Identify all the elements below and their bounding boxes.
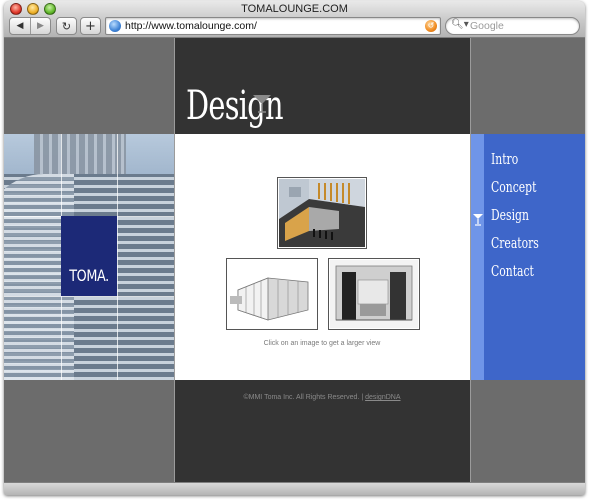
- top-left-panel: [4, 38, 174, 134]
- gallery-thumbnail-exterior[interactable]: [277, 177, 367, 249]
- url-text[interactable]: http://www.tomalounge.com/: [125, 20, 257, 32]
- model-rendering-image: [228, 260, 316, 328]
- back-arrow-icon[interactable]: ◀: [10, 18, 30, 34]
- copyright-footer: ©MMI Toma Inc. All Rights Reserved. | de…: [174, 394, 470, 401]
- nav-item-concept[interactable]: Concept: [491, 180, 536, 195]
- nav-item-contact[interactable]: Contact: [491, 264, 534, 279]
- toma-logo[interactable]: TOMA.: [61, 216, 117, 296]
- exterior-rendering-image: [279, 179, 365, 247]
- photo-grid-line: [4, 296, 174, 297]
- active-martini-icon: [473, 214, 483, 226]
- search-icon[interactable]: 🔍︎▾: [451, 19, 469, 30]
- gallery-caption: Click on an image to get a larger view: [263, 340, 381, 347]
- window-title: TOMALOUNGE.COM: [241, 3, 348, 15]
- designdna-link[interactable]: designDNA: [365, 394, 400, 401]
- gallery-thumbnail-model[interactable]: [226, 258, 318, 330]
- bottom-left-panel: [4, 380, 174, 482]
- top-right-panel: [470, 38, 585, 134]
- design-gallery: Click on an image to get a larger view: [174, 134, 470, 380]
- back-forward-buttons: ◀ ▶: [9, 17, 51, 35]
- browser-window: TOMALOUNGE.COM ◀ ▶ ↻ + http://www.tomalo…: [4, 1, 585, 495]
- copyright-text: ©MMI Toma Inc. All Rights Reserved. |: [243, 394, 366, 401]
- reload-button[interactable]: ↻: [56, 17, 77, 35]
- nav-accent-strip: [470, 134, 484, 380]
- add-bookmark-label: +: [85, 18, 96, 34]
- nav-item-creators[interactable]: Creators: [491, 236, 539, 251]
- nav-item-design[interactable]: Design: [491, 208, 529, 223]
- status-bar: [4, 482, 585, 495]
- snapback-icon[interactable]: ↺: [425, 20, 437, 32]
- column-divider: [470, 38, 471, 482]
- search-field[interactable]: 🔍︎▾ Google: [445, 17, 580, 35]
- gallery-thumbnail-interior[interactable]: [328, 258, 420, 330]
- title-bar: TOMALOUNGE.COM ◀ ▶ ↻ + http://www.tomalo…: [4, 1, 585, 38]
- globe-icon: [109, 20, 121, 32]
- forward-arrow-icon[interactable]: ▶: [30, 18, 50, 34]
- nav-item-intro[interactable]: Intro: [491, 152, 518, 167]
- interior-rendering-image: [330, 260, 418, 328]
- add-bookmark-button[interactable]: +: [80, 17, 101, 35]
- column-divider: [174, 38, 175, 482]
- page-viewport: Design TOMA. Click on an image to get a …: [4, 38, 585, 482]
- building-photo: TOMA.: [4, 134, 174, 380]
- martini-glass-icon: [253, 95, 271, 113]
- search-placeholder: Google: [470, 20, 504, 32]
- bottom-right-panel: [470, 380, 585, 482]
- photo-grid-line: [117, 134, 118, 380]
- main-navigation: Intro Concept Design Creators Contact: [470, 134, 585, 380]
- address-bar[interactable]: http://www.tomalounge.com/ ↺: [105, 17, 441, 35]
- logo-text: TOMA.: [69, 266, 109, 285]
- reload-icon: ↻: [61, 19, 72, 33]
